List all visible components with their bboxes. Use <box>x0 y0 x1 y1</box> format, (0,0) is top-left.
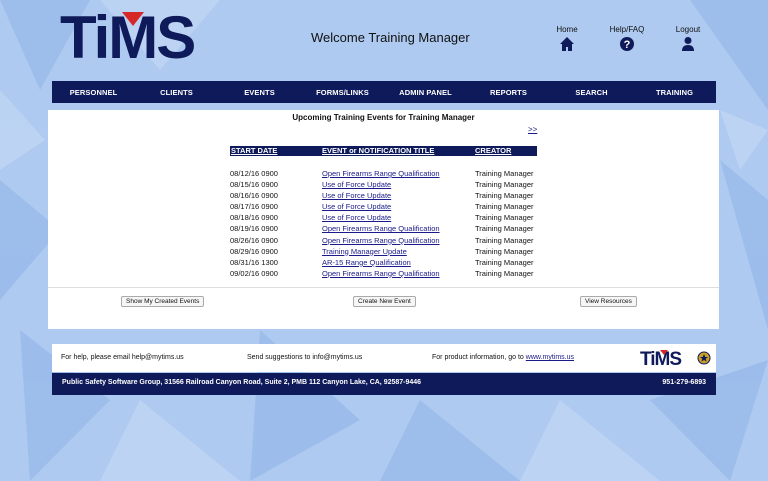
event-creator: Training Manager <box>475 213 534 223</box>
event-creator: Training Manager <box>475 202 534 212</box>
show-created-events-button[interactable]: Show My Created Events <box>121 296 205 307</box>
header-creator[interactable]: CREATOR <box>475 146 511 156</box>
event-title-link[interactable]: Open Firearms Range Qualification <box>322 223 440 234</box>
product-info-text: For product information, go to www.mytim… <box>432 354 574 361</box>
nav-admin-panel[interactable]: ADMIN PANEL <box>384 88 467 97</box>
tims-mini-logo: TiMS <box>640 349 711 368</box>
product-info-prefix: For product information, go to <box>432 354 526 361</box>
help-email-text: For help, please email help@mytims.us <box>61 354 184 361</box>
panel-title: Upcoming Training Events for Training Ma… <box>292 113 475 122</box>
event-title-link[interactable]: Use of Force Update <box>322 201 391 212</box>
event-title-link[interactable]: Open Firearms Range Qualification <box>322 168 440 179</box>
table-row: 08/19/16 0900 Open Firearms Range Qualif… <box>230 223 537 234</box>
event-date: 08/18/16 0900 <box>230 213 278 223</box>
table-row: 08/15/16 0900 Use of Force Update Traini… <box>230 179 537 190</box>
home-icon <box>560 37 574 51</box>
table-row: 08/17/16 0900 Use of Force Update Traini… <box>230 201 537 212</box>
event-title-link[interactable]: Open Firearms Range Qualification <box>322 268 440 279</box>
event-title-link[interactable]: Use of Force Update <box>322 212 391 223</box>
next-page-link[interactable]: >> <box>528 125 537 134</box>
welcome-message: Welcome Training Manager <box>311 30 470 45</box>
main-nav: PERSONNEL CLIENTS EVENTS FORMS/LINKS ADM… <box>52 81 716 103</box>
table-row: 08/18/16 0900 Use of Force Update Traini… <box>230 212 537 223</box>
question-icon: ? <box>620 37 634 51</box>
event-title-link[interactable]: Open Firearms Range Qualification <box>322 235 440 246</box>
nav-reports[interactable]: REPORTS <box>467 88 550 97</box>
create-new-event-button[interactable]: Create New Event <box>353 296 416 307</box>
footer-info: For help, please email help@mytims.us Se… <box>52 344 716 372</box>
nav-training[interactable]: TRAINING <box>633 88 716 97</box>
help-label: Help/FAQ <box>609 25 645 34</box>
home-label: Home <box>556 25 578 34</box>
nav-search[interactable]: SEARCH <box>550 88 633 97</box>
table-row: 08/29/16 0900 Training Manager Update Tr… <box>230 246 537 257</box>
event-creator: Training Manager <box>475 257 534 267</box>
event-date: 09/02/16 0900 <box>230 268 278 278</box>
product-link[interactable]: www.mytims.us <box>526 354 574 361</box>
header-event-title[interactable]: EVENT or NOTIFICATION TITLE <box>322 146 434 156</box>
nav-clients[interactable]: CLIENTS <box>135 88 218 97</box>
tims-logo: TiMS <box>60 8 196 64</box>
event-creator: Training Manager <box>475 235 534 245</box>
home-link[interactable]: Home <box>552 25 582 52</box>
event-date: 08/16/16 0900 <box>230 191 278 201</box>
event-creator: Training Manager <box>475 224 534 234</box>
event-date: 08/29/16 0900 <box>230 246 278 256</box>
table-row: 09/02/16 0900 Open Firearms Range Qualif… <box>230 268 537 279</box>
suggestions-text: Send suggestions to info@mytims.us <box>247 354 363 361</box>
logout-link[interactable]: Logout <box>672 25 704 52</box>
table-header: START DATE EVENT or NOTIFICATION TITLE C… <box>230 146 537 156</box>
event-creator: Training Manager <box>475 191 534 201</box>
event-title-link[interactable]: Training Manager Update <box>322 246 407 257</box>
nav-events[interactable]: EVENTS <box>218 88 301 97</box>
event-date: 08/15/16 0900 <box>230 180 278 190</box>
table-row: 08/16/16 0900 Use of Force Update Traini… <box>230 190 537 201</box>
event-creator: Training Manager <box>475 169 534 178</box>
event-date: 08/12/16 0900 <box>230 169 278 178</box>
help-faq-link[interactable]: Help/FAQ ? <box>606 25 648 52</box>
table-row: 08/26/16 0900 Open Firearms Range Qualif… <box>230 235 537 246</box>
header-start-date[interactable]: START DATE <box>231 146 277 156</box>
event-date: 08/26/16 0900 <box>230 235 278 245</box>
company-address: Public Safety Software Group, 31566 Rail… <box>62 379 422 386</box>
svg-text:?: ? <box>624 39 631 51</box>
panel-divider <box>48 287 719 288</box>
event-title-link[interactable]: Use of Force Update <box>322 190 391 201</box>
events-table: 08/12/16 0900 Open Firearms Range Qualif… <box>230 168 537 279</box>
event-creator: Training Manager <box>475 268 534 278</box>
mini-logo-text: TiMS <box>640 349 681 368</box>
view-resources-button[interactable]: View Resources <box>580 296 637 307</box>
table-row: 08/31/16 1300 AR-15 Range Qualification … <box>230 257 537 268</box>
event-title-link[interactable]: Use of Force Update <box>322 179 391 190</box>
company-phone: 951-279-6893 <box>662 379 706 386</box>
event-creator: Training Manager <box>475 180 534 190</box>
events-panel: Upcoming Training Events for Training Ma… <box>48 110 719 329</box>
event-date: 08/19/16 0900 <box>230 224 278 234</box>
event-date: 08/31/16 1300 <box>230 257 278 267</box>
event-creator: Training Manager <box>475 246 534 256</box>
logout-label: Logout <box>675 25 701 34</box>
table-row: 08/12/16 0900 Open Firearms Range Qualif… <box>230 168 537 179</box>
event-title-link[interactable]: AR-15 Range Qualification <box>322 257 411 268</box>
user-icon <box>682 37 694 51</box>
nav-forms-links[interactable]: FORMS/LINKS <box>301 88 384 97</box>
nav-personnel[interactable]: PERSONNEL <box>52 88 135 97</box>
footer-bar: Public Safety Software Group, 31566 Rail… <box>52 373 716 395</box>
event-date: 08/17/16 0900 <box>230 202 278 212</box>
